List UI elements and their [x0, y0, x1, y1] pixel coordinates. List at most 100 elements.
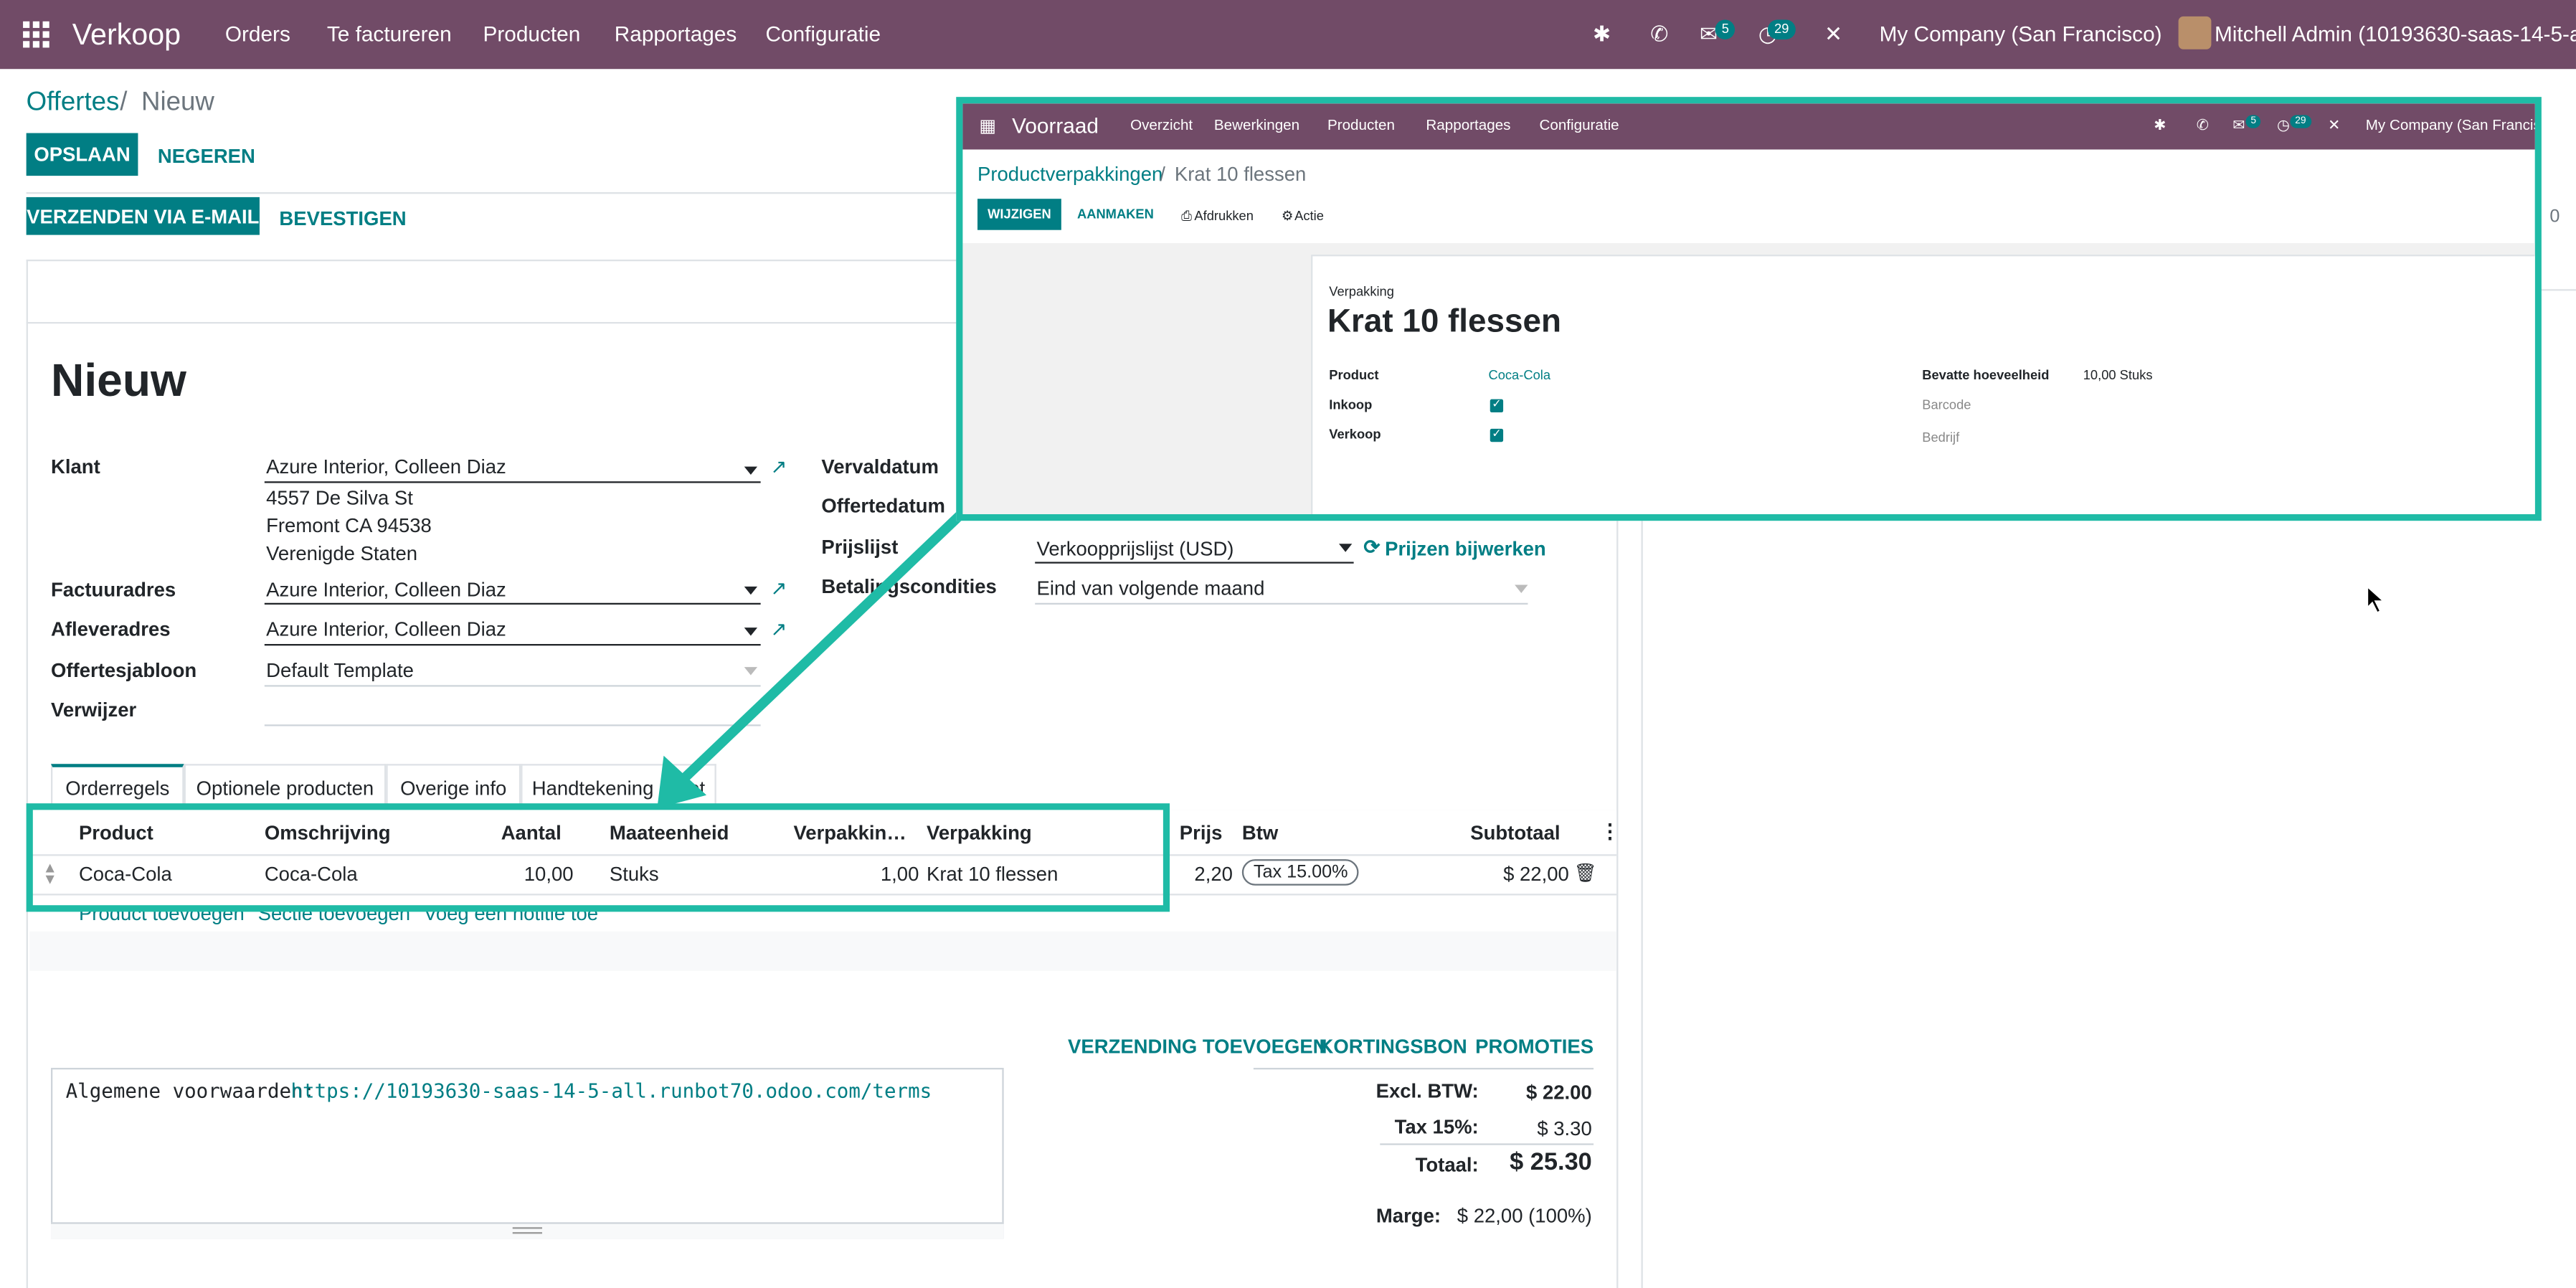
debug-bug-icon[interactable]: ✱ [1586, 18, 1619, 51]
tax-badge[interactable]: Tax 15.00% [1241, 859, 1360, 886]
coupon-button[interactable]: KORTINGSBON [1320, 1035, 1467, 1058]
inset-breadcrumb-sep: / [1160, 162, 1165, 186]
inset-product-link[interactable]: Coca-Cola [1488, 368, 1550, 383]
inset-phone-icon[interactable]: ✆ [2197, 117, 2209, 135]
inset-gear-icon[interactable]: ⚙ [1282, 209, 1293, 224]
customer-field[interactable]: Azure Interior, Colleen Diaz [266, 455, 506, 478]
save-button[interactable]: OPSLAAN [26, 133, 138, 176]
menu-to-invoice[interactable]: Te factureren [327, 22, 452, 46]
menu-reporting[interactable]: Rapportages [615, 22, 737, 46]
inset-navbar: ▦ Voorraad Overzicht Bewerkingen Product… [962, 103, 2535, 150]
promotions-button[interactable]: PROMOTIES [1475, 1035, 1594, 1058]
inset-bug-icon[interactable]: ✱ [2154, 117, 2166, 135]
user-avatar[interactable] [2178, 16, 2212, 49]
customer-external-link-icon[interactable]: ↗ [770, 455, 787, 478]
delivery-address-label: Afleveradres [51, 617, 171, 641]
inset-print-button[interactable]: Afdrukken [1194, 209, 1254, 224]
total-value: $ 25.30 [1510, 1148, 1592, 1177]
inset-contained-qty-label: Bevatte hoeveelheid [1922, 368, 2050, 383]
col-tax[interactable]: Btw [1242, 821, 1278, 844]
terms-link[interactable]: https://10193630-saas-14-5-all.runbot70.… [290, 1079, 932, 1102]
confirm-button[interactable]: BEVESTIGEN [279, 207, 406, 230]
col-price[interactable]: Prijs [1180, 821, 1223, 844]
tax-label: Tax 15%: [1394, 1115, 1479, 1139]
pricelist-field[interactable]: Verkoopprijslijst (USD) [1036, 537, 1233, 560]
payment-dropdown-icon[interactable] [1515, 584, 1528, 593]
empty-row [29, 931, 1617, 971]
tools-icon[interactable]: ✕ [1817, 18, 1850, 51]
delivery-address-underline [264, 643, 761, 646]
app-name[interactable]: Verkoop [72, 18, 181, 52]
delivery-external-link-icon[interactable]: ↗ [770, 617, 787, 640]
send-email-button[interactable]: VERZENDEN VIA E-MAIL [26, 196, 260, 235]
user-menu[interactable]: Mitchell Admin (10193630-saas-14-5-all) [2215, 22, 2576, 46]
inset-barcode-label: Barcode [1922, 397, 1971, 412]
phone-icon[interactable]: ✆ [1643, 18, 1676, 51]
discard-button[interactable]: NEGEREN [158, 145, 255, 168]
add-shipping-button[interactable]: VERZENDING TOEVOEGEN [1068, 1035, 1327, 1058]
top-navbar: Verkoop Orders Te factureren Producten R… [0, 0, 2576, 70]
inset-tools-icon[interactable]: ✕ [2328, 117, 2340, 135]
customer-label: Klant [51, 455, 100, 478]
inset-app-name[interactable]: Voorraad [1012, 113, 1099, 138]
template-field[interactable]: Default Template [266, 659, 414, 682]
inset-apps-icon[interactable]: ▦ [979, 115, 996, 136]
payment-terms-field[interactable]: Eind van volgende maand [1036, 577, 1264, 600]
refresh-icon[interactable]: ⟳ [1363, 536, 1380, 559]
delivery-address-field[interactable]: Azure Interior, Colleen Diaz [266, 617, 506, 640]
inset-company-label: Bedrijf [1922, 430, 1960, 445]
inset-sale-checkbox[interactable]: ✓ [1490, 428, 1504, 442]
invoice-external-link-icon[interactable]: ↗ [770, 577, 787, 600]
inset-print-icon[interactable]: ⎙ [1181, 209, 1192, 225]
inset-product-label: Product [1329, 368, 1379, 383]
delivery-dropdown-icon[interactable] [744, 628, 758, 636]
invoice-dropdown-icon[interactable] [744, 586, 758, 595]
margin-value: $ 22,00 (100%) [1457, 1204, 1592, 1228]
trash-icon[interactable]: 🗑 [1574, 863, 1597, 884]
quote-date-label: Offertedatum [821, 494, 945, 518]
optional-columns-icon[interactable]: ⋮ [1600, 820, 1619, 843]
payment-terms-label: Betalingscondities [821, 574, 997, 598]
inset-breadcrumb-parent[interactable]: Productverpakkingen [977, 163, 1162, 186]
invoice-address-label: Factuuradres [51, 578, 176, 602]
inset-menu-configuration[interactable]: Configuratie [1539, 117, 1619, 133]
pricelist-dropdown-icon[interactable] [1339, 544, 1353, 552]
pricelist-label: Prijslijst [821, 535, 899, 559]
inset-edit-button[interactable]: WIJZIGEN [977, 199, 1061, 230]
sheet-border-left [26, 259, 28, 1288]
inset-action-button[interactable]: Actie [1294, 209, 1324, 224]
company-switcher[interactable]: My Company (San Francisco) [1880, 22, 2162, 46]
row-price[interactable]: 2,20 [1194, 863, 1233, 886]
address-line-3: Verenigde Staten [266, 541, 418, 566]
inset-menu-products[interactable]: Producten [1327, 117, 1395, 133]
customer-dropdown-icon[interactable] [744, 466, 758, 475]
col-subtotal[interactable]: Subtotaal [1470, 821, 1560, 844]
update-prices-button[interactable]: Prijzen bijwerken [1385, 537, 1546, 560]
inset-clock-icon[interactable]: ◷ [2277, 117, 2290, 135]
customer-underline [264, 481, 761, 483]
referrer-field[interactable] [264, 724, 761, 726]
payment-terms-underline [1035, 602, 1528, 605]
inset-company[interactable]: My Company (San Francisco) [2366, 117, 2535, 133]
breadcrumb-parent[interactable]: Offertes [27, 89, 120, 118]
resize-grip-icon[interactable] [512, 1227, 542, 1234]
inset-chat-icon[interactable]: ✉ [2232, 117, 2245, 135]
invoice-address-field[interactable]: Azure Interior, Colleen Diaz [266, 578, 506, 601]
apps-menu-icon[interactable] [23, 21, 49, 48]
inset-purchase-checkbox[interactable]: ✓ [1490, 399, 1504, 412]
record-title: Nieuw [51, 354, 186, 406]
menu-orders[interactable]: Orders [225, 22, 290, 46]
total-divider [1380, 1143, 1594, 1145]
template-dropdown-icon[interactable] [744, 667, 758, 676]
menu-products[interactable]: Producten [483, 22, 580, 46]
referrer-label: Verwijzer [51, 698, 137, 721]
inset-menu-reporting[interactable]: Rapportages [1426, 117, 1510, 133]
inset-menu-operations[interactable]: Bewerkingen [1214, 117, 1299, 133]
untaxed-label: Excl. BTW: [1375, 1079, 1479, 1103]
menu-configuration[interactable]: Configuratie [766, 22, 881, 46]
row-subtotal: $ 22,00 [1503, 862, 1569, 886]
margin-label: Marge: [1375, 1204, 1441, 1228]
inset-create-button[interactable]: AANMAKEN [1074, 199, 1157, 230]
inset-menu-overview[interactable]: Overzicht [1130, 117, 1193, 133]
template-label: Offertesjabloon [51, 658, 197, 682]
